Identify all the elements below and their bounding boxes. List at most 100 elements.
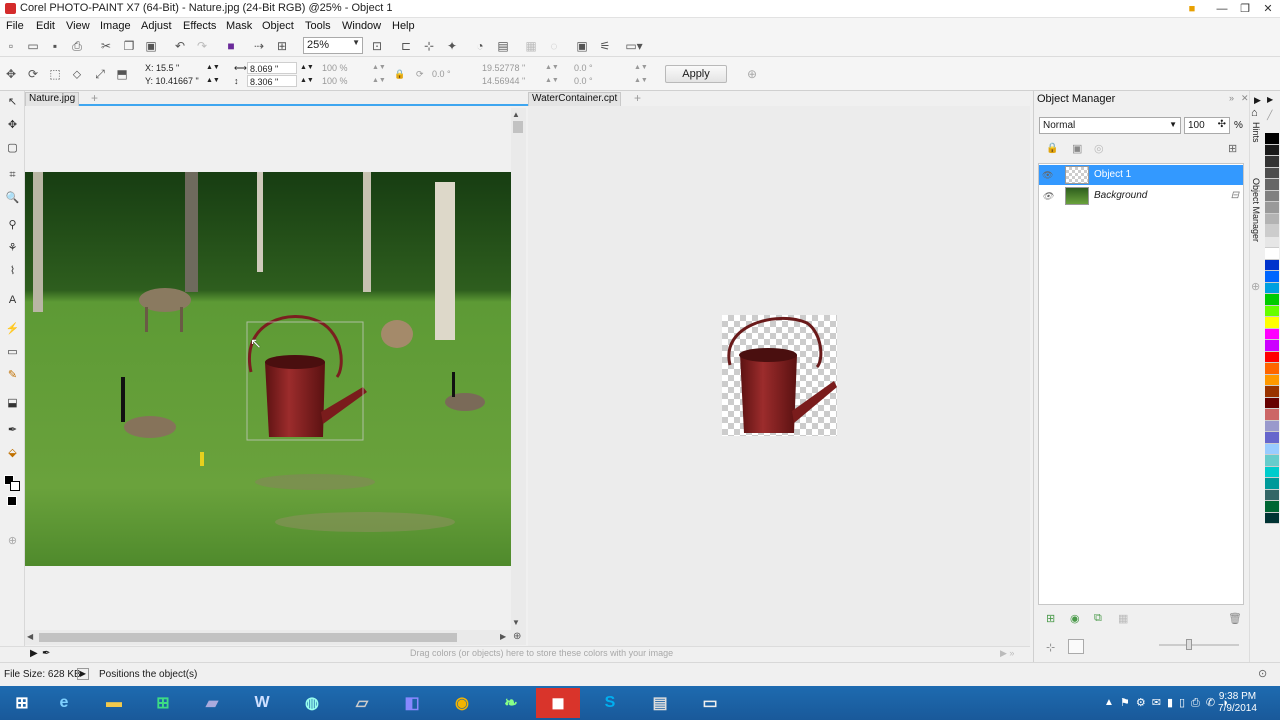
palette-swatch[interactable] xyxy=(1265,351,1279,363)
palette-swatch[interactable] xyxy=(1265,374,1279,386)
palette-swatch[interactable] xyxy=(1265,386,1279,398)
group-icon[interactable]: ▦ xyxy=(1118,612,1128,625)
palette-swatch[interactable] xyxy=(1265,328,1279,340)
document-palette-bar[interactable]: ▶ ✒ Drag colors (or objects) here to sto… xyxy=(0,646,1030,662)
red-eye-tool-icon[interactable]: ⚘ xyxy=(5,241,20,256)
menu-object[interactable]: Object xyxy=(262,19,294,34)
tab-water-container[interactable]: WaterContainer.cpt xyxy=(528,92,622,106)
palette-swatch[interactable] xyxy=(1265,213,1279,225)
scale-height-field[interactable]: 100 % xyxy=(322,75,348,87)
eyedropper-tool-icon[interactable]: ⚲ xyxy=(5,218,20,233)
apply-button[interactable]: Apply xyxy=(665,65,727,83)
save-icon[interactable]: ▪ xyxy=(47,38,63,54)
palette-play-icon[interactable]: ▶ xyxy=(30,648,38,659)
palette-swatch[interactable] xyxy=(1265,363,1279,375)
palette-swatch[interactable] xyxy=(1265,317,1279,329)
navigator-icon[interactable]: ⊕ xyxy=(513,631,521,642)
opacity-field[interactable]: 100 ✣ xyxy=(1184,117,1230,134)
menu-mask[interactable]: Mask xyxy=(226,19,252,34)
tab-nature[interactable]: Nature.jpg xyxy=(25,92,80,106)
status-settings-icon[interactable]: ⊙ xyxy=(1258,667,1267,680)
pick-tool-icon[interactable]: ↖ xyxy=(5,95,20,110)
lock-transparency-icon[interactable]: ▣ xyxy=(1072,142,1082,155)
scroll-right-icon[interactable]: ▶ xyxy=(500,632,506,641)
menu-adjust[interactable]: Adjust xyxy=(141,19,172,34)
palette-swatch[interactable] xyxy=(1265,397,1279,409)
visibility-eye-icon-2[interactable]: 👁 xyxy=(1042,186,1053,206)
palette-swatch[interactable] xyxy=(1265,190,1279,202)
notification-icon[interactable]: ■ xyxy=(1180,0,1204,18)
horizontal-scroll-thumb[interactable] xyxy=(39,633,457,642)
object-manager-tab[interactable]: Object Manager xyxy=(1251,178,1261,242)
visibility-eye-icon[interactable]: 👁 xyxy=(1042,165,1053,185)
palette-eyedropper-icon[interactable]: ✒ xyxy=(42,648,50,659)
vertical-scroll-thumb[interactable] xyxy=(513,121,523,133)
palette-swatch[interactable] xyxy=(1265,282,1279,294)
eraser-tool-icon[interactable]: ⬓ xyxy=(5,396,20,411)
y-position-field[interactable]: Y: 10.41667 " xyxy=(145,75,199,87)
menu-edit[interactable]: Edit xyxy=(36,19,55,34)
combine-icon[interactable]: ⧉ xyxy=(1094,612,1102,625)
clip-icon[interactable]: ◎ xyxy=(1094,142,1104,155)
docker-close-icon[interactable]: ✕ xyxy=(1241,93,1249,104)
add-tool-icon[interactable]: ⊕ xyxy=(5,534,20,549)
scale-mode-icon[interactable]: ⬚ xyxy=(47,66,63,82)
skew-v-field[interactable]: 0.0 ° xyxy=(574,75,593,87)
center-y-spinner[interactable]: ▲▼ xyxy=(545,75,559,87)
thumbnail-size-button[interactable] xyxy=(1068,639,1084,654)
paste-icon[interactable]: ▣ xyxy=(143,38,159,54)
smear-tool-icon[interactable]: ⌇ xyxy=(5,264,20,279)
palette-swatch[interactable] xyxy=(1265,443,1279,455)
hints-icon[interactable]: ⌂ xyxy=(1251,107,1258,119)
new-tab-icon[interactable]: + xyxy=(91,91,98,105)
export-icon[interactable]: ⇢ xyxy=(251,38,267,54)
palette-swatch[interactable] xyxy=(1265,340,1279,352)
lock-icon[interactable]: 🔒 xyxy=(1046,143,1058,154)
object-row-background[interactable]: 👁 Background ⊟ xyxy=(1039,186,1243,206)
no-color-icon[interactable]: ╱ xyxy=(1267,110,1272,121)
ie-icon[interactable]: e xyxy=(42,688,86,718)
fill-tool-icon[interactable]: ⬙ xyxy=(5,446,20,461)
palette-swatch[interactable] xyxy=(1265,455,1279,467)
rulers-icon[interactable]: ⊏ xyxy=(398,38,414,54)
zoom-select[interactable]: 25% ▼ xyxy=(303,37,363,54)
palette-swatch[interactable] xyxy=(1265,294,1279,306)
fill-color-swatch[interactable] xyxy=(7,496,17,506)
vertical-scrollbar[interactable]: ▲ ▼ xyxy=(511,108,526,630)
skype-icon[interactable]: S xyxy=(588,688,632,718)
center-y-field[interactable]: 14.56944 " xyxy=(482,75,525,87)
menu-file[interactable]: File xyxy=(6,19,24,34)
object-marquee-icon[interactable]: ▦ xyxy=(523,38,539,54)
rectangle-mask-tool-icon[interactable]: ▢ xyxy=(5,141,20,156)
palette-swatch[interactable] xyxy=(1265,156,1279,168)
scale-width-spinner[interactable]: ▲▼ xyxy=(372,62,386,74)
scroll-up-icon[interactable]: ▲ xyxy=(512,110,520,119)
maximize-button[interactable]: ❐ xyxy=(1233,0,1257,18)
zoom-fit-icon[interactable]: ⊡ xyxy=(369,38,385,54)
options-icon[interactable]: ⚟ xyxy=(597,38,613,54)
hints-tab[interactable]: Hints xyxy=(1251,122,1261,143)
palette-arrow-icon[interactable]: ▶ xyxy=(1267,95,1273,104)
app-launcher-icon[interactable]: ▭▾ xyxy=(625,38,642,54)
palette-swatch[interactable] xyxy=(1265,420,1279,432)
crop-tool-icon[interactable]: ⌗ xyxy=(5,168,20,183)
word-icon[interactable]: W xyxy=(240,688,284,718)
rotate-mode-icon[interactable]: ⟳ xyxy=(25,66,41,82)
skew-mode-icon[interactable]: ⬦ xyxy=(69,66,85,82)
tray-expand-icon[interactable]: ▲ xyxy=(1104,697,1114,708)
zoom-tool-icon[interactable]: 🔍 xyxy=(5,191,20,206)
perspective-mode-icon[interactable]: ⬒ xyxy=(114,66,130,82)
skew-h-field[interactable]: 0.0 ° xyxy=(574,62,593,74)
tray-icons[interactable]: ⚑⚙✉▮▯⎙✆◑ xyxy=(1120,696,1234,710)
width-spinner[interactable]: ▲▼ xyxy=(300,62,314,74)
scale-width-field[interactable]: 100 % xyxy=(322,62,348,74)
add-docker-icon[interactable]: ⊕ xyxy=(1251,280,1260,293)
lock-ratio-icon[interactable]: 🔒 xyxy=(394,68,405,80)
effect-tool-icon[interactable]: ⚡ xyxy=(5,322,20,337)
shape-tool-icon[interactable]: ▭ xyxy=(5,345,20,360)
print-icon[interactable]: ⎙ xyxy=(69,38,85,54)
palette-swatch[interactable] xyxy=(1265,133,1279,145)
menu-image[interactable]: Image xyxy=(100,19,131,34)
x-spinner[interactable]: ▲▼ xyxy=(206,62,220,74)
palette-swatch[interactable] xyxy=(1265,167,1279,179)
